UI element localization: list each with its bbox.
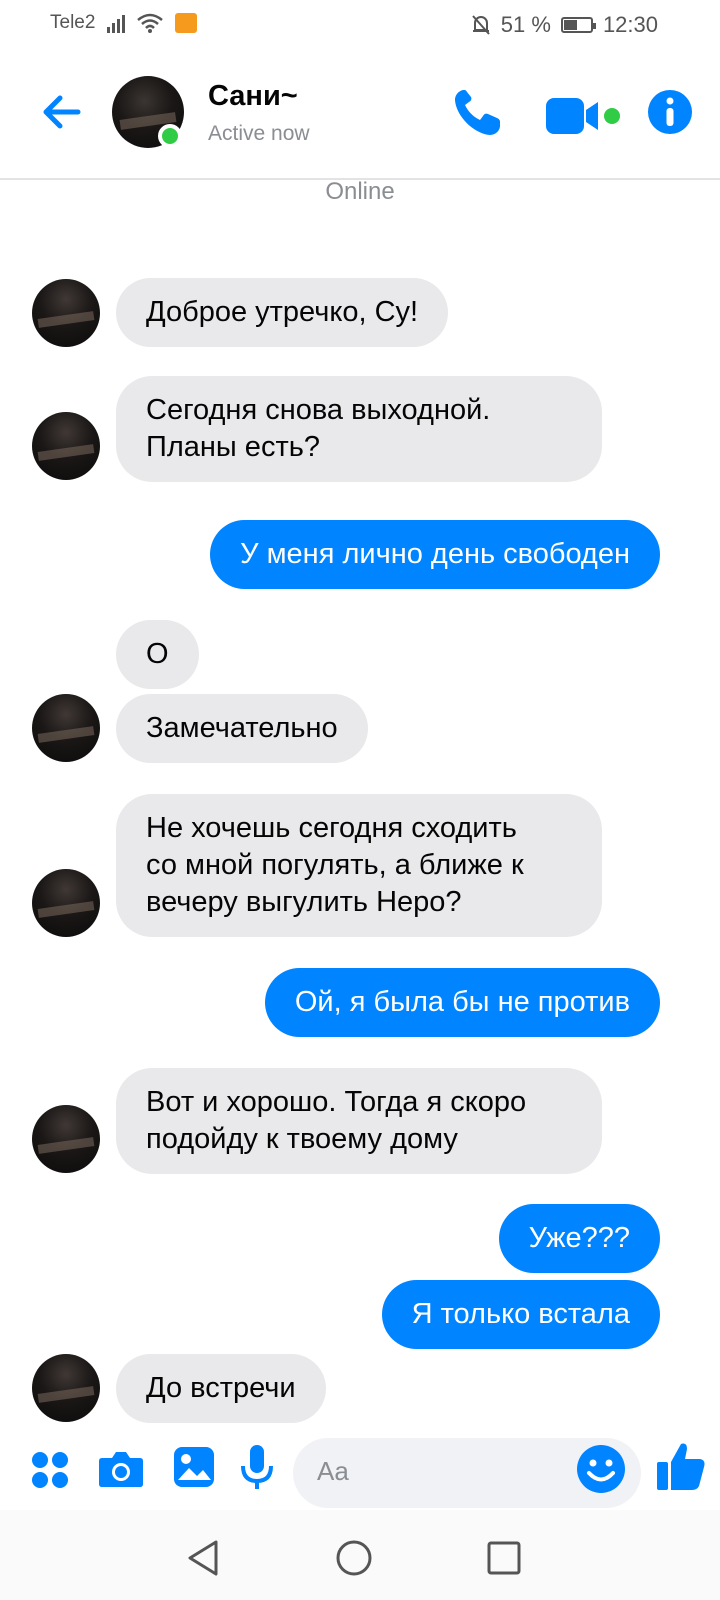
wifi-icon: [137, 13, 164, 33]
status-bar: Tele2 51 % 12:30: [0, 0, 720, 50]
online-indicator: [158, 124, 182, 148]
camera-icon[interactable]: [98, 1448, 144, 1488]
message-input-placeholder: Aa: [317, 1456, 349, 1486]
contact-avatar-small[interactable]: [32, 694, 100, 762]
contact-avatar-small[interactable]: [32, 279, 100, 347]
apps-icon[interactable]: [30, 1450, 70, 1490]
microphone-icon[interactable]: [240, 1444, 274, 1490]
video-camera-icon[interactable]: [546, 96, 628, 136]
mute-bell-icon: [472, 15, 490, 35]
message-outgoing[interactable]: Уже???: [498, 1204, 660, 1273]
emoji-icon[interactable]: [576, 1444, 626, 1494]
back-arrow-icon[interactable]: [38, 88, 86, 136]
message-outgoing[interactable]: Ой, я была бы не против: [264, 968, 660, 1037]
message-incoming[interactable]: Не хочешь сегодня сходить со мной погуля…: [116, 794, 602, 937]
contact-status: Active now: [208, 122, 310, 145]
message-incoming[interactable]: Вот и хорошо. Тогда я скоро подойду к тв…: [116, 1068, 602, 1174]
message-incoming[interactable]: Сегодня снова выходной. Планы есть?: [116, 376, 602, 482]
nav-back-icon[interactable]: [184, 1538, 224, 1578]
info-icon[interactable]: [646, 88, 694, 136]
system-navigation-bar: [0, 1510, 720, 1600]
battery-icon: [560, 17, 596, 33]
nav-recents-icon[interactable]: [484, 1538, 524, 1578]
clock: 12:30: [602, 12, 658, 37]
message-composer: Aa: [0, 1420, 720, 1510]
contact-avatar-small[interactable]: [32, 412, 100, 480]
thumbs-up-icon[interactable]: [656, 1440, 706, 1492]
phone-icon[interactable]: [450, 86, 504, 140]
message-incoming[interactable]: Доброе утречко, Су!: [116, 278, 449, 347]
contact-avatar-small[interactable]: [32, 1354, 100, 1422]
signal-icon: [107, 13, 126, 33]
message-incoming[interactable]: До встречи: [116, 1354, 326, 1423]
carrier-name: Tele2: [50, 12, 96, 33]
message-outgoing[interactable]: Я только встала: [381, 1280, 660, 1349]
nav-home-icon[interactable]: [334, 1538, 374, 1578]
gallery-icon[interactable]: [173, 1446, 215, 1488]
contact-name[interactable]: Сани~: [208, 80, 298, 113]
contact-avatar-small[interactable]: [32, 1105, 100, 1173]
online-label: Online: [325, 178, 395, 205]
battery-percent: 51 %: [500, 12, 551, 37]
chat-header: Сани~ Active now: [0, 50, 720, 180]
message-incoming[interactable]: О: [116, 620, 199, 689]
message-outgoing[interactable]: У меня лично день свободен: [210, 520, 660, 589]
app-notification-icon: [175, 13, 198, 33]
contact-avatar-small[interactable]: [32, 869, 100, 937]
message-incoming[interactable]: Замечательно: [116, 694, 368, 763]
